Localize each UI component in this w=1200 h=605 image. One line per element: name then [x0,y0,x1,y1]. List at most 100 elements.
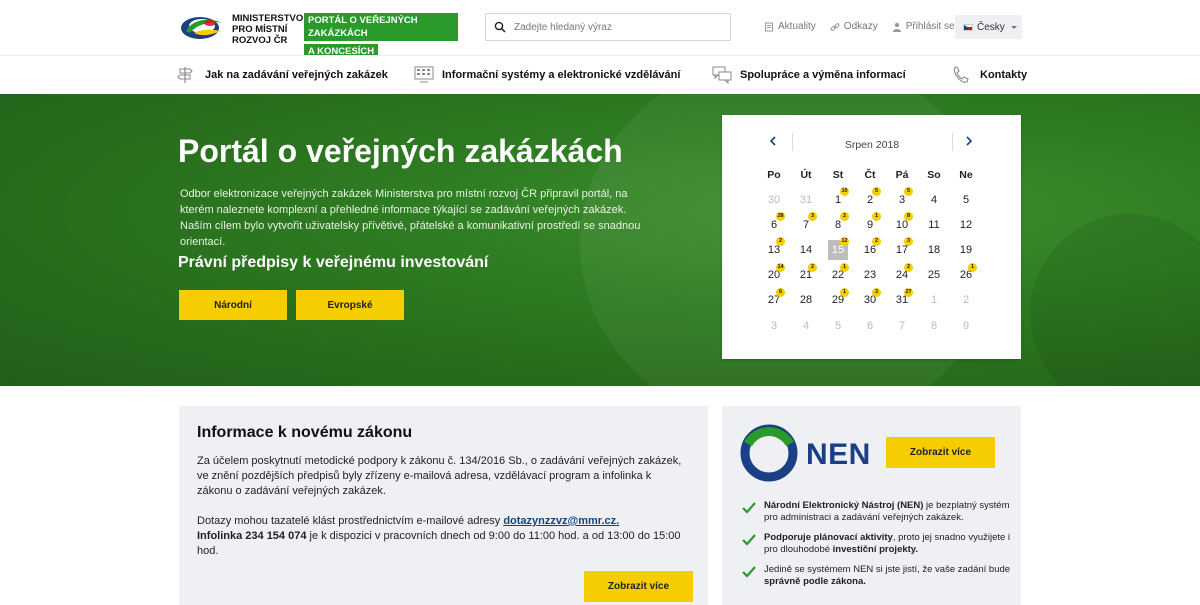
calendar-day[interactable]: 25 [854,187,886,212]
calendar-day[interactable]: 27 6 [758,287,790,313]
event-count-badge: 1 [840,262,849,272]
computer-icon [414,66,434,83]
calendar-day[interactable]: 25 [918,263,950,288]
calendar-day[interactable]: 10 8 [886,212,918,237]
link-aktuality[interactable]: Aktuality [764,21,816,32]
calendar-day-number: 6 [770,218,778,231]
language-select[interactable]: Česky [955,15,1022,39]
calendar-day-number: 7 [898,319,906,332]
link-odkazy[interactable]: Odkazy [830,21,878,32]
calendar-day-number: 4 [802,319,810,332]
calendar-day[interactable]: 16 2 [854,237,886,262]
calendar-day[interactable]: 5 [950,187,982,212]
calendar-day[interactable]: 30 3 [854,287,886,313]
nav-item-spoluprace[interactable]: Spolupráce a výměna informací [712,66,906,84]
infolinka-label: Infolinka 234 154 074 [197,530,307,542]
calendar-day[interactable]: 1 10 [822,187,854,212]
calendar-day[interactable]: 1 [918,288,950,313]
evropske-button[interactable]: Evropské [296,290,404,320]
calendar-week-row: 20 14 21 2 22 1 23 24 2 25 26 1 [758,262,982,288]
calendar-day-number: 3 [770,319,778,332]
calendar-day[interactable]: 12 [950,212,982,237]
nav-item-zadavani[interactable]: Jak na zadávání veřejných zakázek [177,66,388,84]
calendar-day[interactable]: 23 [854,263,886,288]
calendar-day[interactable]: 13 2 [758,237,790,262]
calendar-day[interactable]: 5 [822,313,854,338]
calendar-day[interactable]: 8 [918,313,950,338]
calendar-day[interactable]: 28 [790,288,822,313]
calendar-day[interactable]: 73 [790,212,822,237]
calendar-day[interactable]: 20 14 [758,262,790,288]
calendar-day[interactable]: 29 1 [822,287,854,313]
calendar-day-number: 30 [767,193,781,206]
event-count-badge: 2 [776,237,785,247]
nen-logo-icon [740,424,798,482]
event-count-badge: 2 [904,262,913,272]
info-more-button[interactable]: Zobrazit více [584,571,693,602]
calendar-day[interactable]: 7 [886,313,918,338]
calendar-day[interactable]: 17 3 [886,237,918,262]
calendar-day[interactable]: 6 [854,313,886,338]
event-count-badge: 14 [776,262,785,272]
calendar-day-number: 3 [898,193,906,206]
calendar-day[interactable]: 6 28 [758,212,790,237]
calendar-day[interactable]: 22 1 [822,262,854,288]
event-count-badge: 2 [872,237,881,247]
search-box[interactable] [485,13,731,41]
calendar-day-number: 11 [928,218,940,231]
calendar-day[interactable]: 3 [758,313,790,338]
calendar-day[interactable]: 26 1 [950,262,982,288]
chat-icon [712,66,732,84]
calendar-weekday: St [832,169,844,181]
calendar-day[interactable]: 31 27 [886,287,918,313]
calendar-grid: Po Út St Čt Pá So Ne 30 31 1 10 2 5 3 5 4 5 6 28 7 3 8 2 9 1 10 8… [758,163,982,338]
narodni-button[interactable]: Národní [179,290,287,320]
calendar-divider [952,133,953,151]
calendar-day-number: 23 [863,269,877,282]
calendar-day[interactable]: 11 [918,212,950,237]
event-count-badge: 5 [872,187,881,196]
nen-benefit-bold: správně podle zákona. [764,576,866,587]
calendar-day-number: 31 [799,193,813,206]
calendar-day[interactable]: 31 [790,187,822,212]
calendar-day[interactable]: 4 [918,187,950,212]
link-aktuality-label: Aktuality [778,21,816,32]
calendar-day[interactable]: 24 2 [886,262,918,288]
email-link[interactable]: dotazynzzvz@mmr.cz. [503,515,619,527]
calendar-day-today[interactable]: 15 12 [822,237,854,262]
link-odkazy-label: Odkazy [843,21,878,32]
event-count-badge: 28 [776,212,785,222]
event-count-badge: 1 [840,287,849,297]
events-calendar: Srpen 2018 Po Út St Čt Pá So Ne 30 31 1 10 2 5 3 5 4 5 6… [722,115,1021,359]
calendar-day[interactable]: 18 [918,237,950,262]
event-count-badge: 5 [904,187,913,196]
link-login-label: Přihlásit se [905,21,955,32]
nen-panel: NEN Zobrazit více Národní Elektronický N… [722,406,1021,605]
hero-subtitle: Právní předpisy k veřejnému investování [178,254,489,271]
calendar-day[interactable]: 19 [950,237,982,262]
calendar-day[interactable]: 2 [950,288,982,313]
ministry-logo[interactable]: Ministerstvo pro místní rozvoj ČR [180,13,303,46]
ministry-logo-icon [181,17,222,39]
nav-item-systemy[interactable]: Informační systémy a elektronické vzdělá… [414,66,680,84]
calendar-day[interactable]: 30 [758,187,790,212]
calendar-day-number: 18 [927,243,941,256]
calendar-day[interactable]: 4 [790,313,822,338]
info-title: Informace k novému zákonu [197,424,413,441]
calendar-day[interactable]: 35 [886,187,918,212]
calendar-day[interactable]: 91 [854,212,886,237]
event-count-badge: 2 [808,262,817,272]
calendar-next-button[interactable] [954,129,984,153]
search-input[interactable] [514,21,714,33]
calendar-day[interactable]: 21 2 [790,262,822,288]
new-law-info-panel: Informace k novému zákonu Za účelem posk… [179,406,708,605]
calendar-prev-button[interactable] [758,129,788,153]
nen-more-button[interactable]: Zobrazit více [886,437,995,468]
chevron-right-icon [966,136,973,146]
calendar-day[interactable]: 14 [790,237,822,262]
hero-title: Portál o veřejných zakázkách [178,133,623,169]
calendar-day[interactable]: 9 [950,313,982,338]
link-login[interactable]: Přihlásit se [892,21,955,32]
calendar-day[interactable]: 82 [822,212,854,237]
nav-item-kontakty[interactable]: Kontakty [952,66,1027,84]
